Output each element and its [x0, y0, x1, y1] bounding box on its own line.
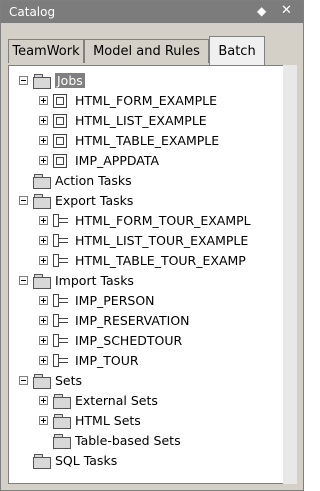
tree-row[interactable]: HTML_LIST_TOUR_EXAMPLE — [9, 231, 296, 251]
expand-icon[interactable] — [39, 116, 48, 125]
expand-icon[interactable] — [39, 396, 48, 405]
tree-item-label: IMP_PERSON — [75, 293, 155, 308]
tree-row[interactable]: Jobs — [9, 71, 296, 91]
tree-item-label: HTML_TABLE_EXAMPLE — [75, 133, 220, 148]
tree-row[interactable]: IMP_RESERVATION — [9, 311, 296, 331]
tree-row[interactable]: HTML_FORM_TOUR_EXAMPL — [9, 211, 296, 231]
tree-row[interactable]: HTML_LIST_EXAMPLE — [9, 111, 296, 131]
tab-model-and-rules[interactable]: Model and Rules — [84, 39, 209, 63]
tree-item-label: Jobs — [55, 73, 85, 88]
tree-item-label: SQL Tasks — [55, 453, 118, 468]
tree-row[interactable]: Import Tasks — [9, 271, 296, 291]
tree-item-label: External Sets — [75, 393, 158, 408]
job-icon — [53, 134, 67, 148]
folder-icon — [33, 374, 51, 389]
tree-row[interactable]: Export Tasks — [9, 191, 296, 211]
folder-icon — [33, 454, 51, 469]
collapse-icon[interactable] — [19, 76, 28, 85]
tree-item-label: HTML_LIST_TOUR_EXAMPLE — [75, 233, 249, 248]
task-icon — [53, 234, 69, 248]
catalog-panel: Catalog ◆ ✕ TeamWork Model and Rules Bat… — [0, 0, 304, 491]
tab-strip: TeamWork Model and Rules Batch — [1, 23, 303, 65]
tab-teamwork[interactable]: TeamWork — [8, 39, 84, 63]
tree-row[interactable]: IMP_SCHEDTOUR — [9, 331, 296, 351]
collapse-icon[interactable] — [19, 276, 28, 285]
tree-item-label: IMP_APPDATA — [75, 153, 160, 168]
collapse-icon[interactable] — [19, 196, 28, 205]
tree-item-label: IMP_RESERVATION — [75, 313, 190, 328]
tree-item-label: HTML_LIST_EXAMPLE — [75, 113, 207, 128]
job-icon — [53, 94, 67, 108]
tree-item-label: HTML_FORM_EXAMPLE — [75, 93, 217, 108]
tab-label: TeamWork — [12, 44, 80, 59]
folder-icon — [53, 414, 71, 429]
tree-row[interactable]: Table-based Sets — [9, 431, 296, 451]
expand-icon[interactable] — [39, 316, 48, 325]
tree-row[interactable]: HTML Sets — [9, 411, 296, 431]
expand-icon[interactable] — [39, 216, 48, 225]
expand-icon[interactable] — [39, 356, 48, 365]
tree-item-label: IMP_TOUR — [75, 353, 139, 368]
tab-batch[interactable]: Batch — [209, 36, 265, 65]
expand-icon[interactable] — [39, 136, 48, 145]
catalog-tree: Jobs HTML_FORM_EXAMPLE HTML_LIST_EXAMPLE HT… — [8, 65, 297, 484]
folder-icon — [33, 194, 51, 209]
catalog-title: Catalog — [9, 5, 56, 19]
task-icon — [53, 214, 69, 228]
tree-item-label: HTML_TABLE_TOUR_EXAMP — [75, 253, 246, 268]
tree-row[interactable]: IMP_PERSON — [9, 291, 296, 311]
collapse-icon[interactable] — [19, 376, 28, 385]
close-icon[interactable]: ✕ — [281, 3, 292, 18]
tab-label: Model and Rules — [93, 44, 200, 59]
tree-scroll-gutter — [283, 65, 297, 484]
tree-row[interactable]: SQL Tasks — [9, 451, 296, 471]
pin-icon[interactable]: ◆ — [257, 4, 266, 18]
expand-icon[interactable] — [39, 96, 48, 105]
task-icon — [53, 314, 69, 328]
tree-row[interactable]: HTML_TABLE_TOUR_EXAMP — [9, 251, 296, 271]
tab-label: Batch — [218, 43, 256, 59]
expand-icon[interactable] — [39, 236, 48, 245]
task-icon — [53, 334, 69, 348]
tree-item-label: Table-based Sets — [75, 433, 181, 448]
folder-icon — [33, 274, 51, 289]
tree-row[interactable]: Action Tasks — [9, 171, 296, 191]
tree-item-label: Action Tasks — [55, 173, 132, 188]
expand-icon[interactable] — [39, 256, 48, 265]
folder-icon — [33, 74, 51, 89]
expand-icon[interactable] — [39, 416, 48, 425]
task-icon — [53, 294, 69, 308]
expand-icon[interactable] — [39, 156, 48, 165]
tree-item-label: Export Tasks — [55, 193, 134, 208]
tree-item-label: HTML Sets — [75, 413, 141, 428]
task-icon — [53, 254, 69, 268]
folder-icon — [33, 174, 51, 189]
catalog-titlebar: Catalog ◆ ✕ — [1, 1, 303, 23]
tree-row[interactable]: HTML_TABLE_EXAMPLE — [9, 131, 296, 151]
folder-icon — [53, 394, 71, 409]
tree-item-label: HTML_FORM_TOUR_EXAMPL — [75, 213, 251, 228]
tree-item-label: Sets — [55, 373, 83, 388]
job-icon — [53, 154, 67, 168]
tree-item-label: IMP_SCHEDTOUR — [75, 333, 183, 348]
tree-row[interactable]: HTML_FORM_EXAMPLE — [9, 91, 296, 111]
tree-item-label: Import Tasks — [55, 273, 134, 288]
tree-row[interactable]: IMP_APPDATA — [9, 151, 296, 171]
task-icon — [53, 354, 69, 368]
expand-icon[interactable] — [39, 336, 48, 345]
job-icon — [53, 114, 67, 128]
tree-row[interactable]: IMP_TOUR — [9, 351, 296, 371]
tree-row[interactable]: External Sets — [9, 391, 296, 411]
folder-icon — [53, 434, 71, 449]
tree-row[interactable]: Sets — [9, 371, 296, 391]
expand-icon[interactable] — [39, 296, 48, 305]
